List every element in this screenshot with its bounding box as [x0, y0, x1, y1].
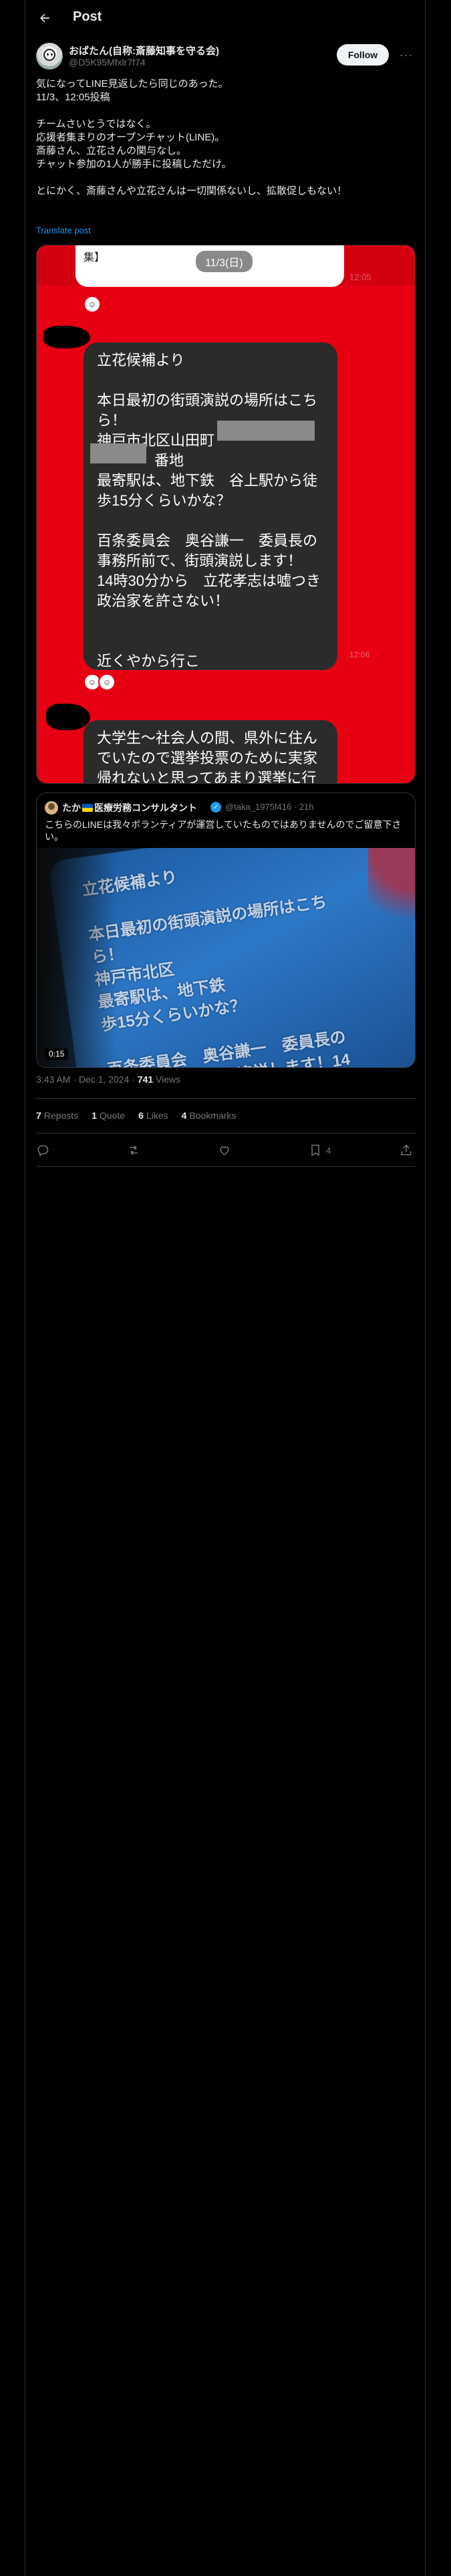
- main-column: Post おばたん(自称:斎藤知事を守る会) @D5K95Mfxlr7f74 F…: [25, 0, 426, 2576]
- chat-time: 12:05: [349, 272, 371, 282]
- arrow-left-icon: [40, 13, 49, 23]
- post-line: チームさいとうではなく。: [36, 118, 156, 130]
- divider: [36, 1166, 416, 1167]
- stat-count: 1: [92, 1110, 97, 1121]
- quote-author-name[interactable]: たか 医療労務コンサルタント: [62, 801, 197, 815]
- bookmarks-stat[interactable]: 4 Bookmarks: [182, 1110, 237, 1121]
- chat-avatar-icon: ☺: [84, 296, 101, 313]
- video-shadow: [37, 848, 117, 1067]
- scribble-redaction: [46, 704, 90, 730]
- author-name[interactable]: おばたん(自称:斎藤知事を守る会): [69, 43, 219, 58]
- post-line: 応援者集まりのオープンチャット(LINE)。: [36, 132, 225, 143]
- post-author: おばたん(自称:斎藤知事を守る会) @D5K95Mfxlr7f74 Follow…: [36, 41, 416, 71]
- bookmark-button[interactable]: 4: [309, 1142, 331, 1158]
- post-time[interactable]: 3:43 AM: [36, 1074, 70, 1085]
- quote-handle: @taka_1975f416: [225, 802, 292, 812]
- translate-post-link[interactable]: Translate post: [36, 225, 91, 235]
- divider: [36, 1133, 416, 1134]
- scribble-redaction: [43, 326, 90, 348]
- reply-icon: [37, 1145, 49, 1156]
- chat-line: [97, 511, 324, 531]
- chat-avatar-icon: ☺: [98, 673, 116, 691]
- more-options-icon[interactable]: ···: [398, 47, 414, 63]
- verified-badge-icon: ✓: [210, 802, 221, 813]
- stat-label: Reposts: [43, 1110, 79, 1121]
- post-meta: 3:43 AM · Dec 1, 2024 · 741 Views: [36, 1074, 181, 1085]
- stat-label: Bookmarks: [189, 1110, 237, 1121]
- chat-line: [97, 631, 324, 651]
- chat-line: 百条委員会 奥谷謙一 委員長の事務所前で、街頭演説します！: [97, 532, 318, 569]
- quote-name-suffix: 医療労務コンサルタント: [94, 802, 197, 813]
- reposts-stat[interactable]: 7 Reposts: [36, 1110, 78, 1121]
- stat-label: Quote: [99, 1110, 126, 1121]
- views-count: 741: [137, 1074, 154, 1085]
- chat-bubble-message: 大学生〜社会人の間、県外に住んでいたので選挙投票のために実家帰れないと思ってあま…: [84, 720, 337, 784]
- repost-icon: [130, 1145, 138, 1156]
- stat-count: 6: [138, 1110, 144, 1121]
- chat-line: 近くやから行こ: [97, 653, 200, 669]
- stat-count: 4: [181, 1110, 187, 1121]
- chat-line: [97, 611, 324, 631]
- page-title: Post: [73, 9, 102, 24]
- video-duration: 0:15: [45, 1048, 69, 1060]
- quote-video[interactable]: 立花候補より 本日最初の街頭演説の場所はこち ら！ 神戸市北区 最寄駅は、地下鉄…: [37, 848, 415, 1068]
- chat-bubble-partial-text: 集】: [84, 252, 106, 263]
- heart-icon: [220, 1146, 229, 1156]
- post-line: とにかく、斎藤さんや立花さんは一切関係ないし、拡散促しもない！: [36, 185, 347, 197]
- chat-line: 最寄駅は、地下鉄 谷上駅から徒歩15分くらいかな？: [97, 472, 318, 509]
- post-stats: 7 Reposts 1 Quote 6 Likes 4 Bookmarks: [36, 1107, 236, 1123]
- repost-button[interactable]: [127, 1142, 140, 1158]
- chat-line: 立花候補より: [97, 352, 185, 368]
- chat-line: [97, 370, 324, 391]
- video-corner-glow: [368, 848, 415, 942]
- post-line: チャット参加の1人が勝手に投稿しただけ。: [36, 158, 232, 170]
- share-icon: [401, 1144, 412, 1156]
- follow-button[interactable]: Follow: [337, 44, 389, 66]
- views-label: Views: [156, 1074, 181, 1085]
- redaction-box: [217, 421, 315, 441]
- post-image[interactable]: 集】 11/3(日) 12:05 ☺ 立花候補より 本日最初の街頭演説の場所はこ…: [36, 245, 416, 784]
- post-line: 気になってLINE見返したら同じのあった。: [36, 78, 229, 90]
- date-chip: 11/3(日): [196, 251, 253, 272]
- redaction-box: [90, 443, 146, 463]
- reply-button[interactable]: [36, 1142, 49, 1158]
- stat-count: 7: [36, 1110, 41, 1121]
- chat-bubble-message: 立花候補より 本日最初の街頭演説の場所はこちら！ 神戸市北区山田町 番地 最寄駅…: [84, 342, 337, 670]
- share-button[interactable]: [400, 1142, 413, 1158]
- bookmark-icon: [311, 1144, 319, 1156]
- author-handle[interactable]: @D5K95Mfxlr7f74: [69, 57, 146, 68]
- post-text: 気になってLINE見返したら同じのあった。 11/3、12:05投稿 チームさい…: [36, 78, 416, 198]
- quote-meta: @taka_1975f416 · 21h: [225, 802, 314, 812]
- ukraine-flag-icon: [82, 804, 93, 812]
- phone-screen-text: 立花候補より 本日最初の街頭演説の場所はこち ら！ 神戸市北区 最寄駅は、地下鉄…: [81, 868, 351, 1068]
- stat-label: Likes: [146, 1110, 168, 1121]
- like-button[interactable]: [218, 1142, 231, 1158]
- post-line: 11/3、12:05投稿: [36, 92, 110, 103]
- quote-name-prefix: たか: [62, 802, 81, 813]
- avatar[interactable]: [36, 43, 63, 70]
- quote-time: 21h: [299, 802, 314, 812]
- action-bar: 4: [36, 1134, 416, 1166]
- chat-line: 大学生〜社会人の間、県外に住んでいたので選挙投票のために実家帰れないと思ってあま…: [97, 730, 318, 784]
- post-line: 斎藤さん、立花さんの関与なし。: [36, 145, 187, 156]
- likes-stat[interactable]: 6 Likes: [138, 1110, 168, 1121]
- chat-line: 14時30分から 立花孝志は嘘つき政治家を許さない！: [97, 572, 321, 609]
- post-line: [36, 104, 416, 118]
- post-date[interactable]: Dec 1, 2024: [79, 1074, 130, 1085]
- post-line: [36, 171, 416, 185]
- divider: [36, 1098, 416, 1099]
- back-button[interactable]: [36, 9, 53, 27]
- top-bar: Post: [25, 0, 425, 35]
- chat-time: 12:06: [349, 650, 370, 659]
- bookmark-count: 4: [326, 1145, 331, 1156]
- quoted-post[interactable]: たか 医療労務コンサルタント ✓ @taka_1975f416 · 21h こちら…: [36, 792, 416, 1068]
- quote-avatar[interactable]: [45, 801, 58, 815]
- quotes-stat[interactable]: 1 Quote: [92, 1110, 125, 1121]
- quote-text: こちらのLINEは我々ボランティアが運営していたものではありませんのでご留意下さ…: [45, 819, 402, 842]
